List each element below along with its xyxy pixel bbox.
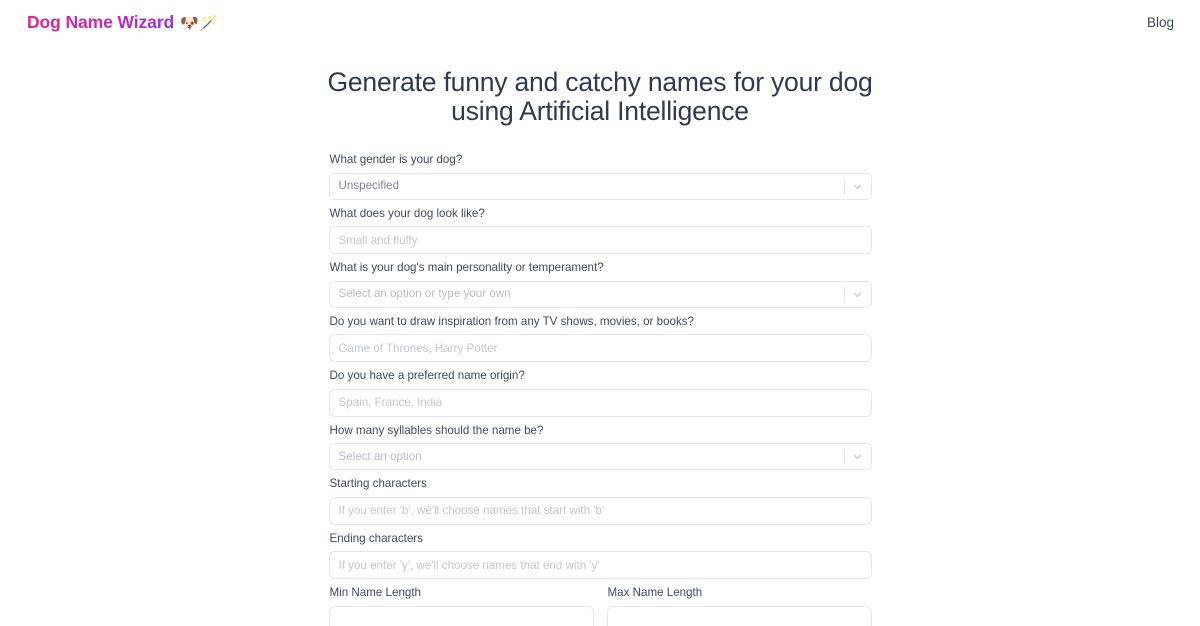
- header-nav: Blog: [1147, 15, 1174, 30]
- field-starting-characters: Starting characters: [328, 477, 872, 525]
- label-max-name-length: Max Name Length: [607, 586, 703, 600]
- field-personality: What is your dog's main personality or t…: [328, 261, 872, 308]
- input-starting-characters[interactable]: [328, 496, 872, 525]
- input-ending-characters[interactable]: [328, 551, 872, 580]
- chevron-down-icon[interactable]: [845, 174, 871, 199]
- nav-link-blog[interactable]: Blog: [1147, 15, 1174, 30]
- main-content: Generate funny and catchy names for your…: [0, 44, 1200, 626]
- dog-wand-emoji-icon: 🐶🪄: [180, 14, 220, 32]
- brand-name: Dog Name Wizard: [27, 11, 175, 32]
- select-personality[interactable]: Select an option or type your own: [328, 280, 872, 308]
- field-appearance: What does your dog look like?: [328, 206, 872, 255]
- page-title: Generate funny and catchy names for your…: [327, 67, 873, 126]
- select-syllables-indicators: [843, 444, 871, 469]
- field-min-name-length: Min Name Length: [328, 586, 594, 626]
- label-starting-characters: Starting characters: [329, 477, 427, 491]
- label-name-origin: Do you have a preferred name origin?: [329, 369, 525, 383]
- input-min-name-length[interactable]: [328, 605, 594, 626]
- dog-name-form: What gender is your dog? Unspecified Wha…: [328, 153, 872, 626]
- field-gender: What gender is your dog? Unspecified: [328, 153, 872, 200]
- label-min-name-length: Min Name Length: [329, 586, 422, 600]
- input-inspiration[interactable]: [328, 334, 872, 363]
- chevron-down-icon[interactable]: [845, 444, 871, 469]
- label-ending-characters: Ending characters: [329, 531, 423, 545]
- label-appearance: What does your dog look like?: [329, 206, 485, 220]
- label-gender: What gender is your dog?: [329, 153, 463, 167]
- label-personality: What is your dog's main personality or t…: [329, 261, 604, 275]
- input-max-name-length[interactable]: [606, 605, 872, 626]
- select-gender-value: Unspecified: [338, 180, 400, 192]
- input-appearance[interactable]: [328, 226, 872, 255]
- select-syllables-value: Select an option: [338, 450, 422, 463]
- field-name-origin: Do you have a preferred name origin?: [328, 369, 872, 417]
- field-inspiration: Do you want to draw inspiration from any…: [328, 314, 872, 363]
- select-gender-indicators: [843, 174, 871, 199]
- select-personality-indicators: [843, 282, 871, 307]
- brand-logo-link[interactable]: Dog Name Wizard 🐶🪄: [27, 12, 219, 33]
- select-syllables[interactable]: Select an option: [328, 443, 872, 471]
- name-length-row: Min Name Length Max Name Length: [328, 586, 872, 626]
- field-ending-characters: Ending characters: [328, 531, 872, 580]
- field-syllables: How many syllables should the name be? S…: [328, 423, 872, 471]
- site-header: Dog Name Wizard 🐶🪄 Blog: [0, 0, 1200, 44]
- select-gender[interactable]: Unspecified: [328, 172, 872, 200]
- chevron-down-icon[interactable]: [845, 282, 871, 307]
- select-personality-value: Select an option or type your own: [338, 288, 511, 300]
- label-inspiration: Do you want to draw inspiration from any…: [329, 314, 695, 328]
- field-max-name-length: Max Name Length: [606, 586, 872, 626]
- label-syllables: How many syllables should the name be?: [329, 423, 544, 437]
- input-name-origin[interactable]: [328, 388, 872, 417]
